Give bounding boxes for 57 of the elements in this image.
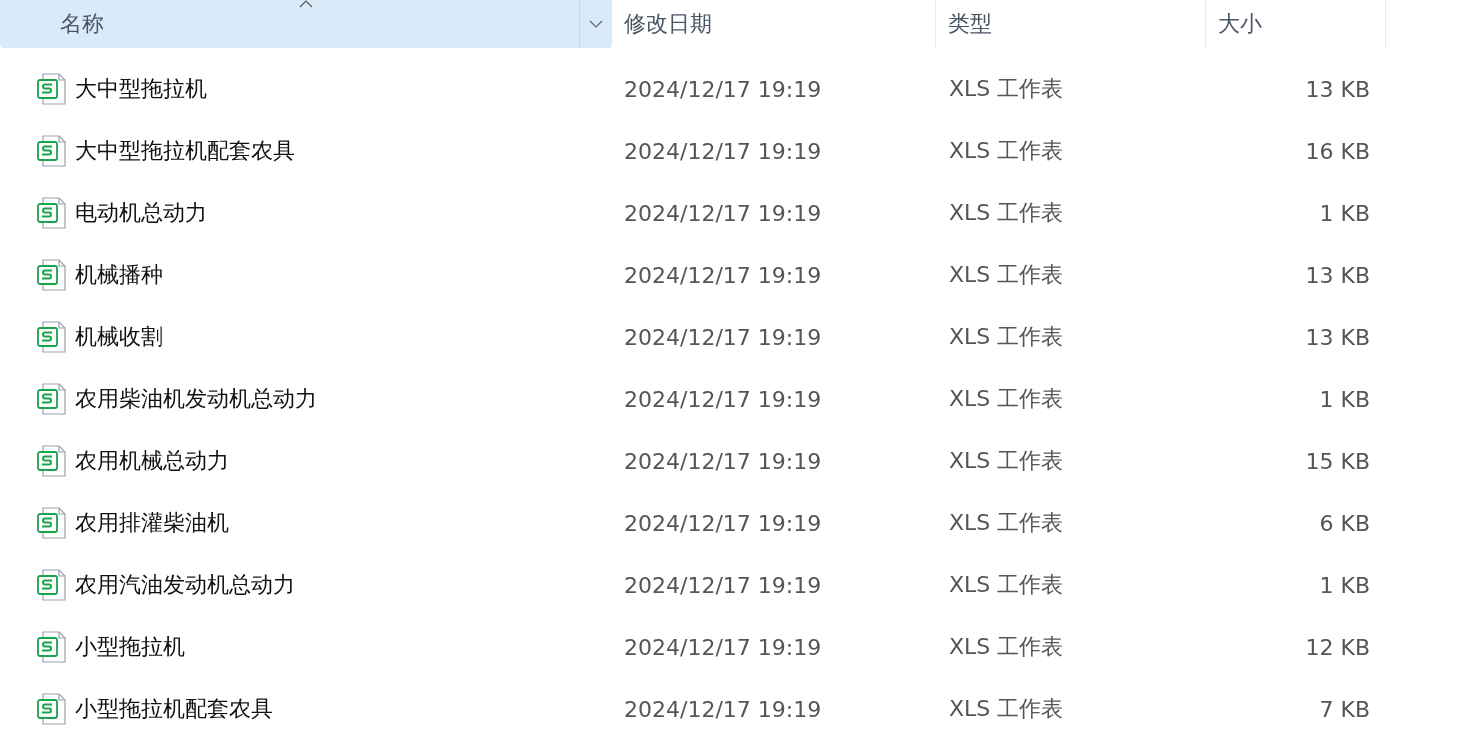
file-type: XLS 工作表	[949, 696, 1064, 721]
spreadsheet-file-icon	[37, 73, 67, 105]
modified-date: 2024/12/17 19:19	[624, 138, 822, 164]
file-name[interactable]: 小型拖拉机配套农具	[75, 694, 273, 724]
spreadsheet-file-icon	[37, 259, 67, 291]
modified-date: 2024/12/17 19:19	[624, 200, 822, 226]
file-size: 7 KB	[1319, 696, 1370, 722]
file-size: 13 KB	[1305, 324, 1370, 350]
file-size: 13 KB	[1305, 76, 1370, 102]
file-name[interactable]: 农用柴油机发动机总动力	[75, 384, 317, 414]
modified-date: 2024/12/17 19:19	[624, 448, 822, 474]
file-size: 15 KB	[1305, 448, 1370, 474]
chevron-down-icon[interactable]	[589, 20, 603, 28]
file-type: XLS 工作表	[949, 634, 1064, 659]
file-type: XLS 工作表	[949, 386, 1064, 411]
spreadsheet-file-icon	[37, 569, 67, 601]
file-name[interactable]: 农用排灌柴油机	[75, 508, 229, 538]
file-type: XLS 工作表	[949, 324, 1064, 349]
modified-date: 2024/12/17 19:19	[624, 262, 822, 288]
spreadsheet-file-icon	[37, 693, 67, 725]
file-type: XLS 工作表	[949, 262, 1064, 287]
file-type: XLS 工作表	[949, 200, 1064, 225]
modified-date: 2024/12/17 19:19	[624, 76, 822, 102]
modified-date: 2024/12/17 19:19	[624, 386, 822, 412]
file-type: XLS 工作表	[949, 510, 1064, 535]
file-type: XLS 工作表	[949, 448, 1064, 473]
file-size: 1 KB	[1319, 200, 1370, 226]
file-size: 1 KB	[1319, 572, 1370, 598]
file-name[interactable]: 大中型拖拉机	[75, 74, 207, 104]
spreadsheet-file-icon	[37, 321, 67, 353]
spreadsheet-file-icon	[37, 135, 67, 167]
modified-date: 2024/12/17 19:19	[624, 696, 822, 722]
modified-date: 2024/12/17 19:19	[624, 510, 822, 536]
file-name[interactable]: 机械播种	[75, 260, 163, 290]
spreadsheet-file-icon	[37, 507, 67, 539]
spreadsheet-file-icon	[37, 631, 67, 663]
modified-date: 2024/12/17 19:19	[624, 634, 822, 660]
spreadsheet-file-icon	[37, 445, 67, 477]
file-size: 16 KB	[1305, 138, 1370, 164]
file-size: 1 KB	[1319, 386, 1370, 412]
modified-date: 2024/12/17 19:19	[624, 324, 822, 350]
column-header[interactable]: 名称	[0, 0, 612, 48]
file-type: XLS 工作表	[949, 572, 1064, 597]
spreadsheet-file-icon	[37, 383, 67, 415]
file-size: 6 KB	[1319, 510, 1370, 536]
file-name[interactable]: 大中型拖拉机配套农具	[75, 136, 295, 166]
spreadsheet-file-icon	[37, 197, 67, 229]
file-name[interactable]: 电动机总动力	[75, 198, 207, 228]
file-size: 12 KB	[1305, 634, 1370, 660]
modified-date: 2024/12/17 19:19	[624, 572, 822, 598]
file-type: XLS 工作表	[949, 138, 1064, 163]
file-name[interactable]: 机械收割	[75, 322, 163, 352]
file-name[interactable]: 小型拖拉机	[75, 632, 185, 662]
file-name[interactable]: 农用汽油发动机总动力	[75, 570, 295, 600]
file-type: XLS 工作表	[949, 76, 1064, 101]
file-size: 13 KB	[1305, 262, 1370, 288]
file-name[interactable]: 农用机械总动力	[75, 446, 229, 476]
